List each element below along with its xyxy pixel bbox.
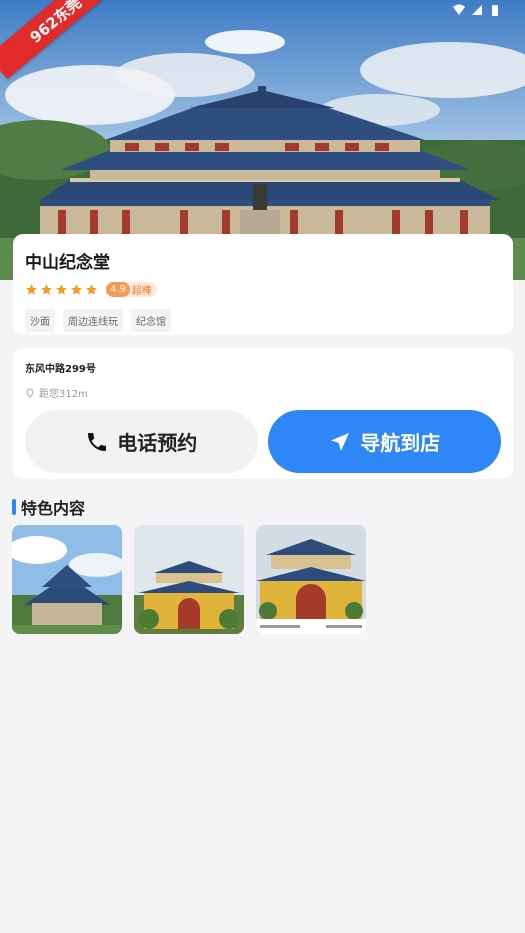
wifi-icon: [453, 4, 465, 15]
featured-section-header: 特色内容: [12, 495, 85, 519]
address-text: 东风中路299号: [25, 364, 96, 375]
navigate-button[interactable]: 导航到店: [267, 410, 501, 473]
place-info-card: 中山纪念堂 4.9 超棒 沙面 周边连线玩 纪念馆: [13, 234, 513, 335]
featured-photo-3[interactable]: [256, 525, 366, 634]
section-title: 特色内容: [21, 499, 86, 518]
score-value: 4.9: [106, 282, 130, 297]
navigation-arrow-icon: [331, 432, 350, 451]
score-badge: 4.9 超棒: [106, 282, 157, 297]
location-pin-icon: [26, 387, 34, 398]
call-button-label: 电话预约: [117, 431, 198, 455]
star-icon: [71, 284, 82, 295]
featured-photo-1[interactable]: [12, 525, 122, 634]
store-detail-page: 962东莞 中山纪念堂 4.9 超棒 沙面 周边连线玩 纪念馆 东风中路299号…: [0, 0, 525, 933]
star-icon: [56, 284, 67, 295]
featured-gallery: [12, 525, 366, 634]
call-button[interactable]: 电话预约: [25, 410, 258, 473]
navigate-button-label: 导航到店: [360, 431, 441, 455]
address-card: 东风中路299号 距您312m 电话预约 导航到店: [13, 348, 513, 479]
section-accent-bar: [12, 499, 16, 515]
place-name: 中山纪念堂: [25, 253, 110, 273]
rating-row: 4.9 超棒: [25, 282, 501, 297]
status-bar: [453, 4, 501, 16]
score-label: 超棒: [131, 286, 152, 297]
action-buttons: 电话预约 导航到店: [25, 410, 501, 473]
distance-text: 距您312m: [39, 389, 88, 400]
star-icon: [41, 284, 52, 295]
featured-photo-2[interactable]: [134, 525, 244, 634]
signal-icon: [472, 5, 482, 15]
phone-icon: [88, 432, 107, 451]
star-icon: [86, 284, 97, 295]
star-icon: [26, 284, 37, 295]
distance-row: 距您312m: [25, 385, 501, 400]
tag-list: 沙面 周边连线玩 纪念馆: [25, 309, 501, 332]
tag[interactable]: 沙面: [25, 309, 55, 332]
tag[interactable]: 周边连线玩: [63, 309, 123, 332]
tag[interactable]: 纪念馆: [131, 309, 171, 332]
battery-icon: [492, 5, 498, 16]
